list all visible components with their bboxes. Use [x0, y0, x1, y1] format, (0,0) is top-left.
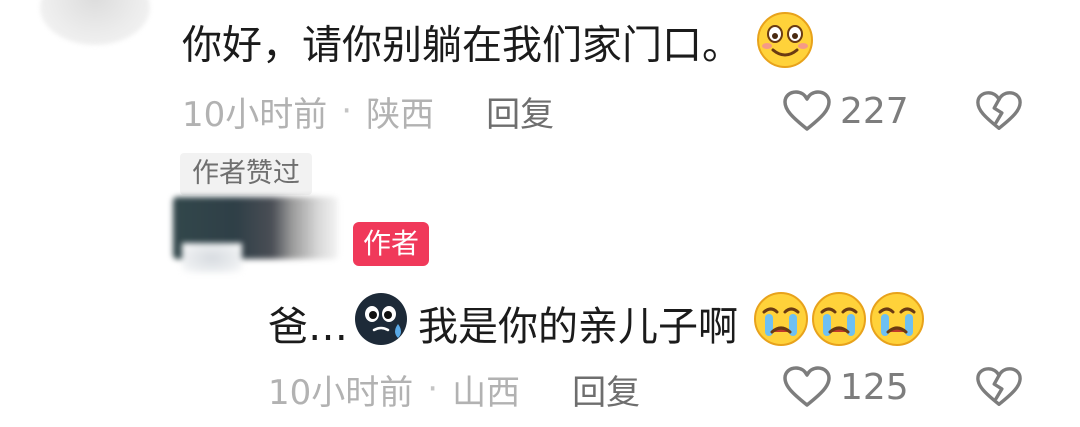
- reply-body: 爸… 我是你的亲儿子啊: [268, 290, 926, 363]
- like-button[interactable]: 125: [782, 365, 909, 409]
- reply-meta: 10小时前 · 山西 回复: [268, 365, 640, 414]
- author-liked-tag: 作者赞过: [180, 153, 312, 195]
- crying-face-icon: [752, 290, 810, 363]
- meta-separator: ·: [427, 369, 439, 409]
- like-count: 227: [840, 90, 909, 132]
- comment-location: 陕西: [366, 94, 435, 135]
- crying-face-icon: [868, 290, 926, 363]
- broken-heart-icon[interactable]: [975, 365, 1023, 409]
- commenter-avatar[interactable]: [40, 0, 150, 45]
- crying-face-icon: [810, 290, 868, 363]
- author-badge: 作者: [353, 222, 430, 266]
- smiling-face-icon: [755, 10, 815, 85]
- sweat-face-icon: [352, 290, 410, 363]
- reply-button[interactable]: 回复: [572, 365, 640, 414]
- reply-location: 山西: [452, 372, 521, 413]
- broken-heart-icon[interactable]: [975, 89, 1023, 133]
- heart-icon[interactable]: [782, 365, 832, 409]
- comment-thread: 你好，请你别躺在我们家门口。 10小时前 · 陕西 回复 227 作者赞过 作者…: [0, 0, 1080, 427]
- heart-icon[interactable]: [782, 89, 832, 133]
- reply-avatar[interactable]: [182, 243, 242, 273]
- reply-text-prefix: 爸…: [268, 303, 348, 350]
- comment-time: 10小时前: [182, 94, 328, 135]
- reply-button[interactable]: 回复: [486, 87, 554, 136]
- reply-time: 10小时前: [268, 372, 414, 413]
- meta-separator: ·: [341, 91, 353, 131]
- comment-body: 你好，请你别躺在我们家门口。: [182, 10, 815, 85]
- comment-meta: 10小时前 · 陕西 回复: [182, 87, 554, 136]
- like-button[interactable]: 227: [782, 89, 909, 133]
- comment-text: 你好，请你别躺在我们家门口。: [182, 22, 742, 69]
- like-count: 125: [840, 366, 909, 408]
- reply-text-main: 我是你的亲儿子啊: [418, 303, 738, 350]
